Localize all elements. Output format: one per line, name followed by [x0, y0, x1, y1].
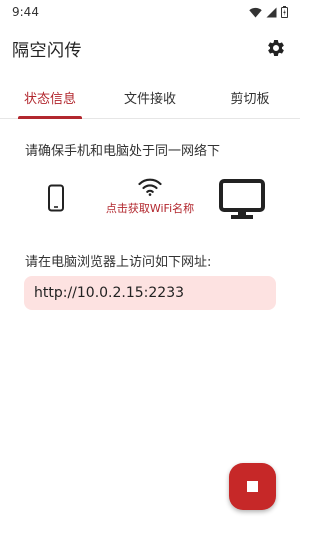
device-row: 点击获取WiFi名称: [0, 176, 300, 236]
wifi-name-link[interactable]: 点击获取WiFi名称: [106, 200, 194, 216]
app-title: 隔空闪传: [12, 40, 82, 61]
url-display[interactable]: http://10.0.2.15:2233: [24, 276, 276, 310]
gear-icon: [268, 39, 284, 56]
url-instruction: 请在电脑浏览器上访问如下网址:: [25, 255, 212, 270]
tab-status-info[interactable]: 状态信息: [0, 76, 100, 119]
tab-file-receive[interactable]: 文件接收: [100, 76, 200, 118]
wifi-icon: [249, 7, 262, 17]
phone-icon: [46, 184, 66, 216]
tab-bar: 状态信息 文件接收 剪切板: [0, 76, 300, 119]
status-bar: 9:44: [0, 0, 300, 24]
tab-clipboard[interactable]: 剪切板: [200, 76, 300, 118]
monitor-icon: [218, 178, 266, 226]
settings-button[interactable]: [264, 36, 288, 60]
status-icons: [249, 6, 288, 18]
stop-icon: [247, 481, 258, 492]
app-bar: 隔空闪传: [0, 24, 300, 72]
wifi-icon: [138, 178, 162, 196]
network-instruction: 请确保手机和电脑处于同一网络下: [25, 144, 221, 159]
status-time: 9:44: [12, 5, 39, 19]
stop-button[interactable]: [229, 463, 276, 510]
battery-icon: [281, 6, 288, 18]
signal-icon: [266, 7, 277, 17]
wifi-button[interactable]: 点击获取WiFi名称: [95, 178, 205, 216]
